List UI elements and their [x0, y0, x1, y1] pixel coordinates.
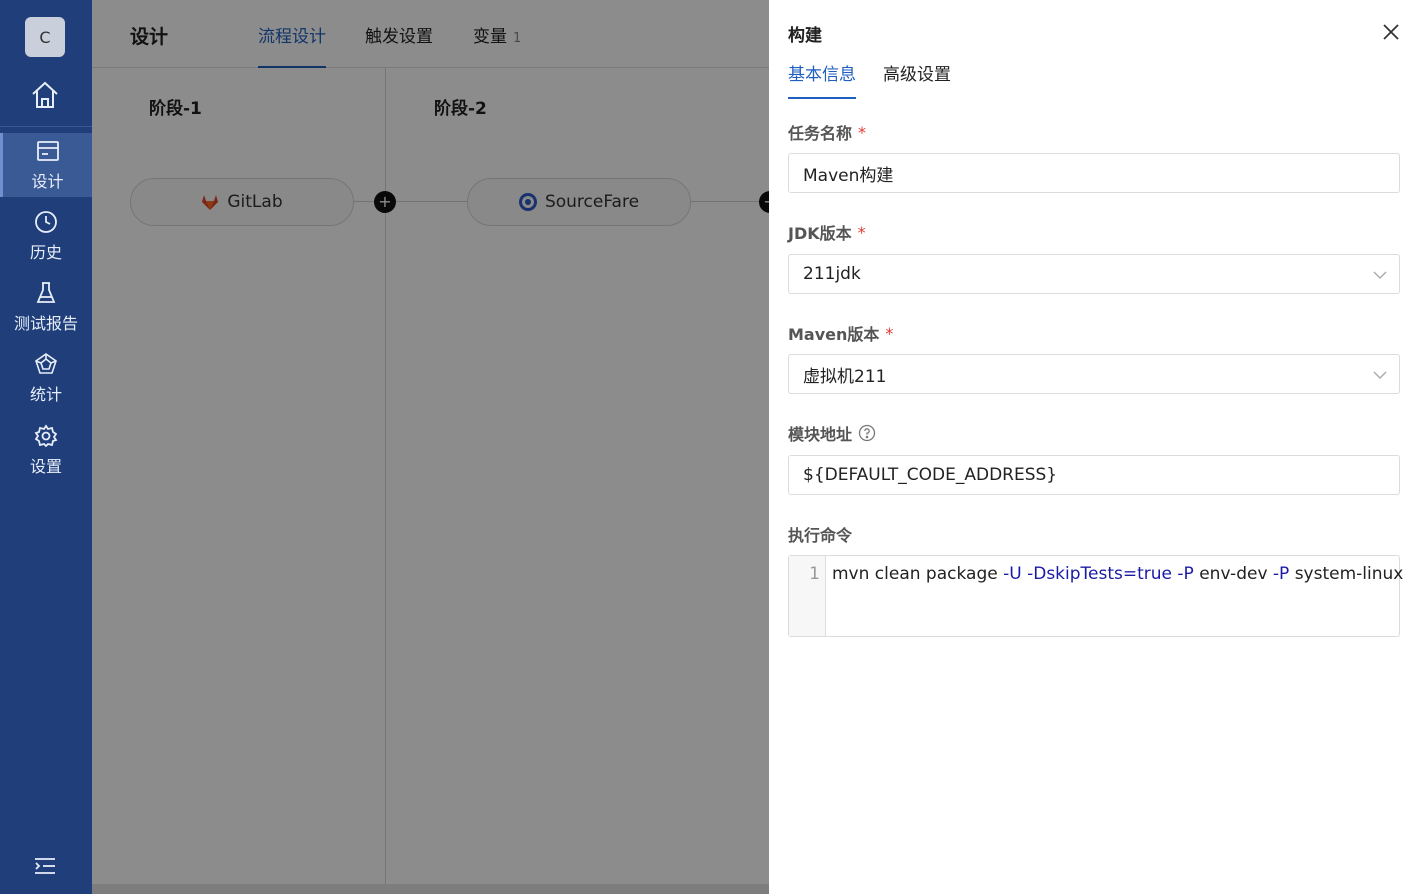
- sidebar-item-history[interactable]: 历史: [0, 204, 92, 268]
- close-icon[interactable]: [1379, 20, 1403, 44]
- flask-icon: [33, 280, 59, 306]
- sidebar: C 设计 历史 测试报告 统计 设置: [0, 0, 92, 894]
- tab-basic-info[interactable]: 基本信息: [788, 60, 856, 99]
- chevron-down-icon: [1373, 267, 1387, 281]
- command-editor[interactable]: 1 mvn clean package -U -DskipTests=true …: [788, 555, 1404, 637]
- command-label: 执行命令: [788, 526, 853, 545]
- sidebar-item-test-report[interactable]: 测试报告: [0, 275, 92, 339]
- avatar[interactable]: C: [25, 17, 65, 57]
- sidebar-item-label: 设置: [29, 457, 62, 476]
- maven-version-select[interactable]: 虚拟机211: [788, 354, 1400, 394]
- sidebar-divider: [0, 126, 92, 127]
- home-icon[interactable]: [26, 78, 64, 112]
- module-address-input[interactable]: ${DEFAULT_CODE_ADDRESS}: [788, 455, 1400, 495]
- maven-version-label: Maven版本 *: [788, 323, 894, 345]
- sidebar-item-settings[interactable]: 设置: [0, 418, 92, 482]
- settings-icon: [33, 423, 59, 449]
- jdk-version-select[interactable]: 211jdk: [788, 254, 1400, 294]
- sidebar-item-label: 历史: [29, 243, 62, 262]
- command-line: mvn clean package -U -DskipTests=true -P…: [832, 564, 1404, 584]
- sidebar-item-label: 统计: [29, 385, 62, 404]
- module-address-label: 模块地址: [788, 421, 876, 445]
- sidebar-item-design[interactable]: 设计: [0, 133, 92, 197]
- design-icon: [35, 138, 61, 164]
- sidebar-item-label: 设计: [31, 172, 64, 191]
- task-name-input[interactable]: Maven构建: [788, 153, 1400, 193]
- sidebar-item-statistics[interactable]: 统计: [0, 346, 92, 410]
- history-icon: [33, 209, 59, 235]
- sidebar-item-label: 测试报告: [13, 314, 78, 333]
- drawer-title: 构建: [788, 26, 822, 46]
- expand-menu-icon[interactable]: [32, 855, 58, 877]
- modal-overlay[interactable]: [92, 0, 769, 894]
- statistics-icon: [33, 351, 59, 377]
- task-config-drawer: 构建 基本信息 高级设置 任务名称 * Maven构建 JDK版本 * 211jdk…: [769, 0, 1419, 894]
- task-name-label: 任务名称 *: [788, 122, 867, 144]
- jdk-version-label: JDK版本 *: [788, 222, 866, 244]
- chevron-down-icon: [1373, 367, 1387, 381]
- line-number: 1: [789, 556, 826, 636]
- tab-advanced-settings[interactable]: 高级设置: [883, 60, 951, 99]
- help-icon[interactable]: [858, 424, 876, 442]
